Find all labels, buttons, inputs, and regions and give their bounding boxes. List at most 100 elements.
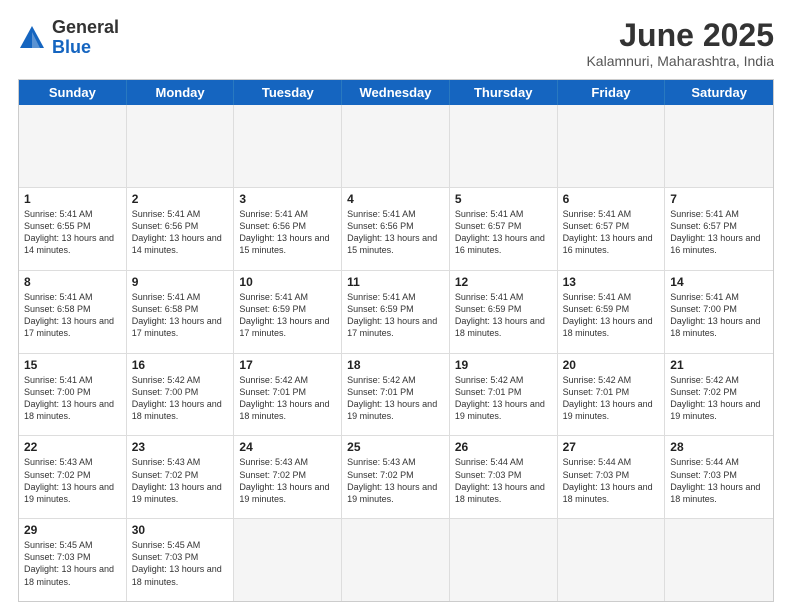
cal-cell: 11Sunrise: 5:41 AM Sunset: 6:59 PM Dayli… [342, 271, 450, 353]
day-number: 20 [563, 358, 660, 372]
day-number: 28 [670, 440, 768, 454]
cell-info: Sunrise: 5:42 AM Sunset: 7:01 PM Dayligh… [239, 374, 336, 423]
cal-cell [19, 105, 127, 187]
cal-cell: 18 Sunrise: 5:42 AM Sunset: 7:01 PM Dayli… [342, 354, 450, 436]
cal-cell: 12Sunrise: 5:41 AM Sunset: 6:59 PM Dayli… [450, 271, 558, 353]
day-number: 3 [239, 192, 336, 206]
cal-cell: 17 Sunrise: 5:42 AM Sunset: 7:01 PM Dayli… [234, 354, 342, 436]
cell-info: Sunrise: 5:41 AM Sunset: 6:56 PM Dayligh… [347, 208, 444, 257]
cal-cell: 19 Sunrise: 5:42 AM Sunset: 7:01 PM Dayli… [450, 354, 558, 436]
logo-general: General [52, 18, 119, 38]
cal-cell: 21 Sunrise: 5:42 AM Sunset: 7:02 PM Dayli… [665, 354, 773, 436]
cell-info: Sunrise: 5:45 AM Sunset: 7:03 PM Dayligh… [24, 539, 121, 588]
cal-week: 29Sunrise: 5:45 AM Sunset: 7:03 PM Dayli… [19, 518, 773, 601]
main-title: June 2025 [586, 18, 774, 53]
cal-cell [450, 105, 558, 187]
cell-info: Sunrise: 5:44 AM Sunset: 7:03 PM Dayligh… [563, 456, 660, 505]
day-number: 7 [670, 192, 768, 206]
cal-cell: 16 Sunrise: 5:42 AM Sunset: 7:00 PM Dayli… [127, 354, 235, 436]
calendar-body: 1Sunrise: 5:41 AM Sunset: 6:55 PM Daylig… [19, 105, 773, 601]
day-number: 4 [347, 192, 444, 206]
cell-info: Sunrise: 5:42 AM Sunset: 7:01 PM Dayligh… [347, 374, 444, 423]
day-number: 13 [563, 275, 660, 289]
day-number: 21 [670, 358, 768, 372]
day-number: 30 [132, 523, 229, 537]
cal-cell [665, 519, 773, 601]
cell-info: Sunrise: 5:42 AM Sunset: 7:00 PM Dayligh… [132, 374, 229, 423]
cal-week: 8Sunrise: 5:41 AM Sunset: 6:58 PM Daylig… [19, 270, 773, 353]
cal-cell: 15Sunrise: 5:41 AM Sunset: 7:00 PM Dayli… [19, 354, 127, 436]
day-number: 16 [132, 358, 229, 372]
cal-header-day: Wednesday [342, 80, 450, 105]
cal-cell [665, 105, 773, 187]
cal-header-day: Friday [558, 80, 666, 105]
cal-cell: 26 Sunrise: 5:44 AM Sunset: 7:03 PM Dayli… [450, 436, 558, 518]
cell-info: Sunrise: 5:44 AM Sunset: 7:03 PM Dayligh… [670, 456, 768, 505]
cal-cell: 5Sunrise: 5:41 AM Sunset: 6:57 PM Daylig… [450, 188, 558, 270]
cal-cell [234, 519, 342, 601]
cal-cell: 7 Sunrise: 5:41 AM Sunset: 6:57 PM Daylig… [665, 188, 773, 270]
cell-info: Sunrise: 5:42 AM Sunset: 7:01 PM Dayligh… [455, 374, 552, 423]
cal-cell: 23Sunrise: 5:43 AM Sunset: 7:02 PM Dayli… [127, 436, 235, 518]
cal-cell: 28 Sunrise: 5:44 AM Sunset: 7:03 PM Dayli… [665, 436, 773, 518]
cal-cell: 22 Sunrise: 5:43 AM Sunset: 7:02 PM Dayli… [19, 436, 127, 518]
day-number: 25 [347, 440, 444, 454]
day-number: 9 [132, 275, 229, 289]
day-number: 27 [563, 440, 660, 454]
cell-info: Sunrise: 5:44 AM Sunset: 7:03 PM Dayligh… [455, 456, 552, 505]
day-number: 10 [239, 275, 336, 289]
cal-cell [450, 519, 558, 601]
cal-cell: 25 Sunrise: 5:43 AM Sunset: 7:02 PM Dayli… [342, 436, 450, 518]
day-number: 17 [239, 358, 336, 372]
cal-cell: 4 Sunrise: 5:41 AM Sunset: 6:56 PM Daylig… [342, 188, 450, 270]
cal-cell: 30 Sunrise: 5:45 AM Sunset: 7:03 PM Dayli… [127, 519, 235, 601]
cell-info: Sunrise: 5:41 AM Sunset: 7:00 PM Dayligh… [670, 291, 768, 340]
cal-cell: 1Sunrise: 5:41 AM Sunset: 6:55 PM Daylig… [19, 188, 127, 270]
cal-cell: 10Sunrise: 5:41 AM Sunset: 6:59 PM Dayli… [234, 271, 342, 353]
cell-info: Sunrise: 5:43 AM Sunset: 7:02 PM Dayligh… [132, 456, 229, 505]
cal-cell: 9 Sunrise: 5:41 AM Sunset: 6:58 PM Daylig… [127, 271, 235, 353]
cal-cell [558, 105, 666, 187]
cell-info: Sunrise: 5:41 AM Sunset: 6:58 PM Dayligh… [132, 291, 229, 340]
cal-week: 15Sunrise: 5:41 AM Sunset: 7:00 PM Dayli… [19, 353, 773, 436]
day-number: 1 [24, 192, 121, 206]
cell-info: Sunrise: 5:41 AM Sunset: 6:57 PM Dayligh… [563, 208, 660, 257]
cal-header-day: Tuesday [234, 80, 342, 105]
cal-header-day: Saturday [665, 80, 773, 105]
cal-cell: 2Sunrise: 5:41 AM Sunset: 6:56 PM Daylig… [127, 188, 235, 270]
cell-info: Sunrise: 5:41 AM Sunset: 6:57 PM Dayligh… [670, 208, 768, 257]
cell-info: Sunrise: 5:41 AM Sunset: 6:56 PM Dayligh… [132, 208, 229, 257]
cal-cell [342, 105, 450, 187]
cal-cell: 8Sunrise: 5:41 AM Sunset: 6:58 PM Daylig… [19, 271, 127, 353]
day-number: 12 [455, 275, 552, 289]
day-number: 6 [563, 192, 660, 206]
day-number: 19 [455, 358, 552, 372]
cal-week: 22 Sunrise: 5:43 AM Sunset: 7:02 PM Dayli… [19, 435, 773, 518]
day-number: 5 [455, 192, 552, 206]
cal-cell: 3Sunrise: 5:41 AM Sunset: 6:56 PM Daylig… [234, 188, 342, 270]
cal-header-day: Sunday [19, 80, 127, 105]
cell-info: Sunrise: 5:41 AM Sunset: 6:59 PM Dayligh… [347, 291, 444, 340]
calendar: SundayMondayTuesdayWednesdayThursdayFrid… [18, 79, 774, 602]
header: General Blue June 2025 Kalamnuri, Mahara… [18, 18, 774, 69]
subtitle: Kalamnuri, Maharashtra, India [586, 53, 774, 69]
cell-info: Sunrise: 5:42 AM Sunset: 7:02 PM Dayligh… [670, 374, 768, 423]
day-number: 22 [24, 440, 121, 454]
cell-info: Sunrise: 5:45 AM Sunset: 7:03 PM Dayligh… [132, 539, 229, 588]
cal-cell: 20Sunrise: 5:42 AM Sunset: 7:01 PM Dayli… [558, 354, 666, 436]
day-number: 18 [347, 358, 444, 372]
cal-week [19, 105, 773, 187]
day-number: 24 [239, 440, 336, 454]
day-number: 26 [455, 440, 552, 454]
cal-cell: 14 Sunrise: 5:41 AM Sunset: 7:00 PM Dayli… [665, 271, 773, 353]
cell-info: Sunrise: 5:43 AM Sunset: 7:02 PM Dayligh… [347, 456, 444, 505]
day-number: 14 [670, 275, 768, 289]
cal-header-day: Monday [127, 80, 235, 105]
cell-info: Sunrise: 5:43 AM Sunset: 7:02 PM Dayligh… [24, 456, 121, 505]
cal-header-day: Thursday [450, 80, 558, 105]
cell-info: Sunrise: 5:43 AM Sunset: 7:02 PM Dayligh… [239, 456, 336, 505]
logo-icon [18, 24, 46, 52]
cell-info: Sunrise: 5:41 AM Sunset: 6:58 PM Dayligh… [24, 291, 121, 340]
logo-blue: Blue [52, 38, 119, 58]
cal-week: 1Sunrise: 5:41 AM Sunset: 6:55 PM Daylig… [19, 187, 773, 270]
